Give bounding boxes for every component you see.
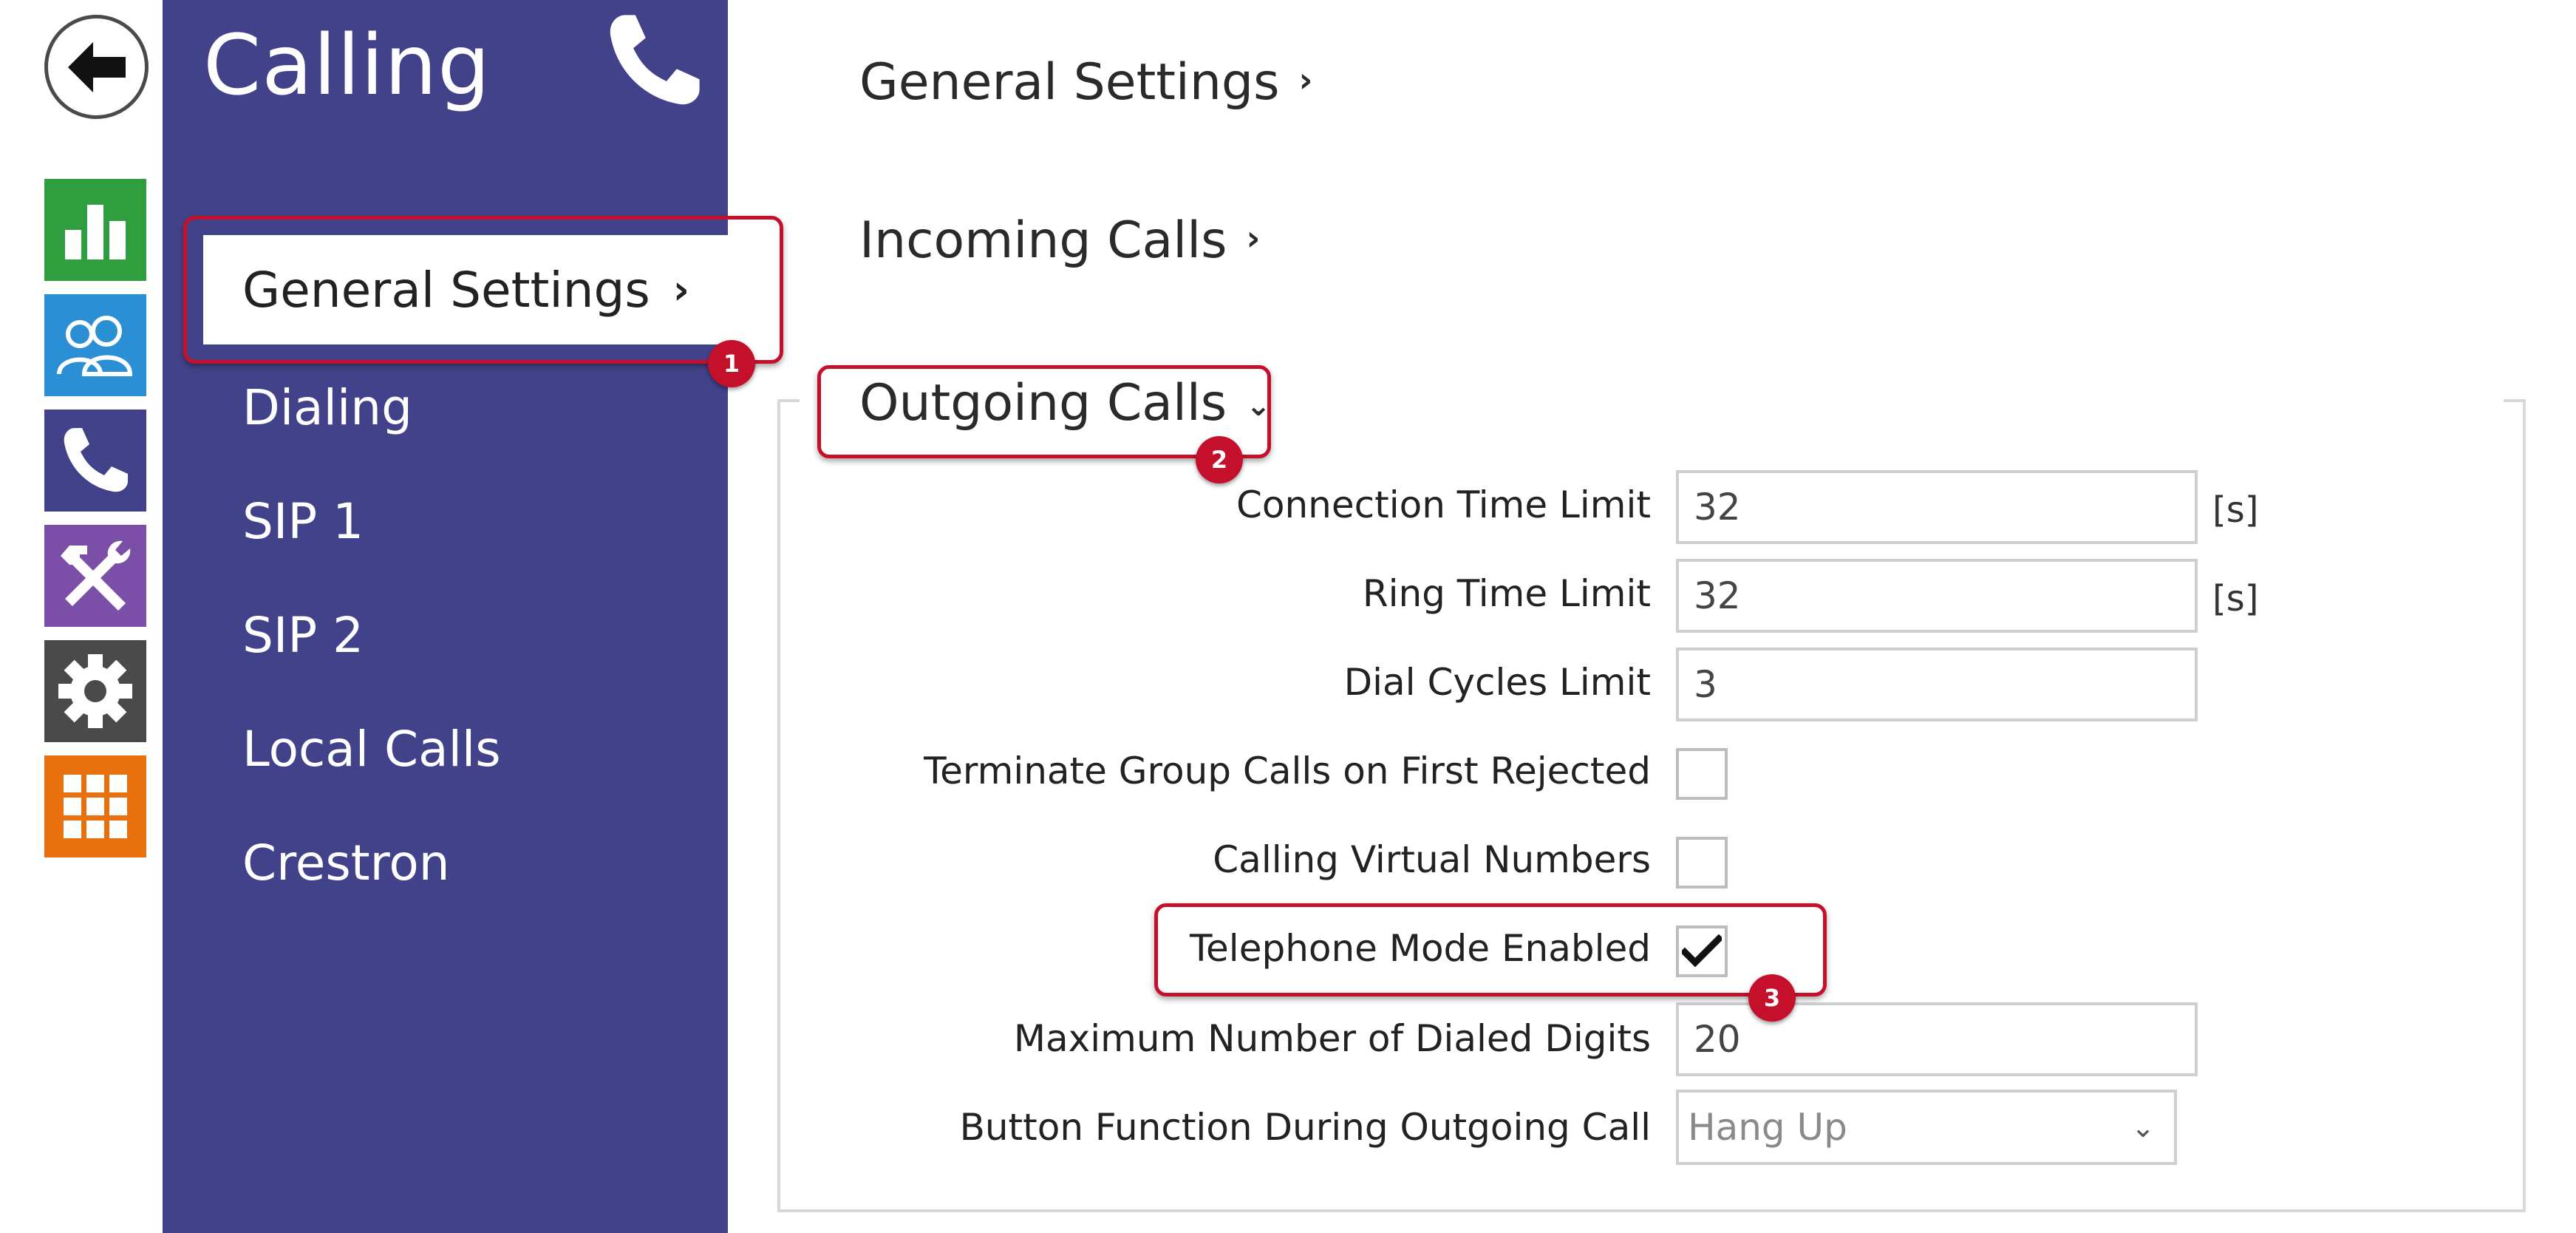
rail-item-calling[interactable] bbox=[44, 410, 146, 512]
connection-time-limit-unit: [s] bbox=[2212, 489, 2259, 531]
rail-item-services[interactable] bbox=[44, 640, 146, 742]
icon-rail bbox=[0, 0, 163, 1233]
sidebar-item-label: Crestron bbox=[242, 834, 450, 891]
calling-virtual-numbers-label: Calling Virtual Numbers bbox=[1213, 838, 1651, 881]
calling-virtual-numbers-checkbox[interactable] bbox=[1676, 837, 1728, 889]
terminate-group-calls-checkbox[interactable] bbox=[1676, 748, 1728, 800]
sidebar-item-label: SIP 2 bbox=[242, 606, 364, 664]
callout-badge-2: 2 bbox=[1196, 436, 1243, 483]
terminate-group-calls-label: Terminate Group Calls on First Rejected bbox=[924, 750, 1651, 792]
chevron-down-icon: ⌄ bbox=[2131, 1111, 2155, 1144]
ring-time-limit-unit: [s] bbox=[2212, 578, 2259, 619]
tools-icon bbox=[61, 540, 131, 611]
callout-box-1 bbox=[183, 216, 783, 364]
button-function-label: Button Function During Outgoing Call bbox=[959, 1106, 1651, 1149]
button-function-select[interactable]: Hang Up ⌄ bbox=[1676, 1090, 2177, 1165]
callout-badge-3: 3 bbox=[1748, 974, 1796, 1022]
ring-time-limit-label: Ring Time Limit bbox=[1362, 572, 1651, 615]
section-label: General Settings bbox=[859, 53, 1280, 112]
sidebar-item-label: Local Calls bbox=[242, 720, 501, 778]
gear-icon bbox=[58, 654, 132, 728]
ring-time-limit-input[interactable]: 32 bbox=[1676, 559, 2198, 633]
rail-item-hardware[interactable] bbox=[44, 525, 146, 627]
sidebar-item-label: SIP 1 bbox=[242, 492, 364, 550]
page-title: Calling bbox=[203, 18, 491, 114]
phone-icon bbox=[64, 428, 128, 492]
connection-time-limit-label: Connection Time Limit bbox=[1236, 483, 1651, 526]
callout-badge-1: 1 bbox=[708, 340, 755, 387]
chevron-right-icon: › bbox=[1246, 218, 1261, 258]
callout-box-3 bbox=[1154, 903, 1827, 996]
grid-icon bbox=[64, 775, 127, 838]
section-label: Incoming Calls bbox=[859, 211, 1227, 270]
rail-item-system[interactable] bbox=[44, 755, 146, 857]
users-icon bbox=[57, 316, 133, 376]
bar-chart-icon bbox=[65, 205, 126, 259]
chevron-right-icon: › bbox=[1298, 60, 1313, 100]
sidebar-item-dialing[interactable]: Dialing bbox=[163, 352, 728, 463]
max-dialed-digits-label: Maximum Number of Dialed Digits bbox=[1013, 1017, 1651, 1060]
select-value: Hang Up bbox=[1688, 1106, 1847, 1149]
rail-item-directory[interactable] bbox=[44, 294, 146, 396]
arrow-left-icon bbox=[67, 41, 126, 92]
connection-time-limit-input[interactable]: 32 bbox=[1676, 470, 2198, 544]
dial-cycles-limit-label: Dial Cycles Limit bbox=[1343, 661, 1651, 704]
sidebar-item-label: Dialing bbox=[242, 378, 413, 436]
dial-cycles-limit-input[interactable]: 3 bbox=[1676, 648, 2198, 721]
section-general-settings[interactable]: General Settings › bbox=[859, 53, 1312, 112]
phone-icon bbox=[602, 9, 706, 115]
section-incoming-calls[interactable]: Incoming Calls › bbox=[859, 211, 1260, 270]
rail-item-status[interactable] bbox=[44, 179, 146, 281]
back-button[interactable] bbox=[44, 15, 149, 119]
